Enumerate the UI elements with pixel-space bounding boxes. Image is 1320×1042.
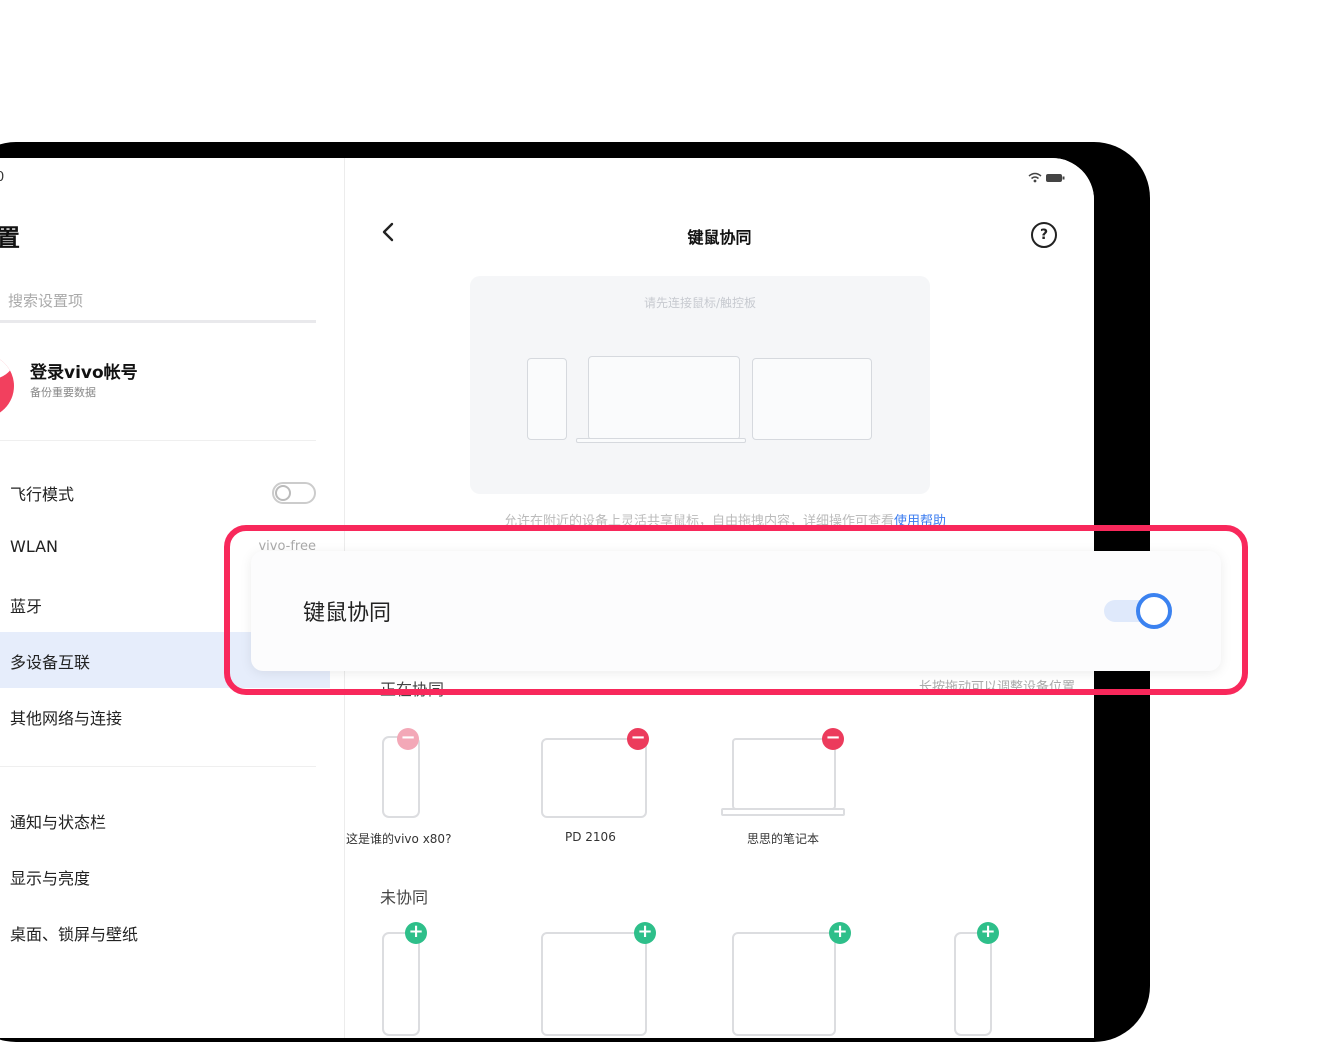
avatar[interactable]	[0, 354, 14, 418]
sidebar-item-airplane[interactable]: 飞行模式	[0, 464, 316, 520]
tablet-illustration	[752, 358, 872, 440]
laptop-base	[721, 808, 845, 816]
inactive-tablet-frame[interactable]	[541, 932, 647, 1036]
device-name: 思思的笔记本	[747, 832, 820, 846]
inactive-laptop-frame[interactable]	[732, 932, 836, 1036]
laptop-frame	[732, 738, 836, 810]
divider	[0, 440, 316, 441]
add-icon[interactable]: +	[405, 922, 427, 944]
sidebar-item-notifications[interactable]: 通知与状态栏	[0, 792, 316, 848]
add-icon[interactable]: +	[634, 922, 656, 944]
sidebar-item-label: 其他网络与连接	[10, 709, 123, 728]
sidebar-item-label: 多设备互联	[10, 653, 91, 672]
sidebar-item-label: 飞行模式	[10, 485, 75, 504]
sidebar-item-label: 桌面、锁屏与壁纸	[10, 925, 139, 944]
sidebar-item-display[interactable]: 显示与亮度	[0, 848, 316, 904]
device-name: PD 2106	[565, 830, 616, 844]
sidebar-item-label: 显示与亮度	[10, 869, 91, 888]
account-subtitle: 备份重要数据	[30, 386, 96, 399]
airplane-toggle[interactable]	[272, 482, 316, 504]
account-name[interactable]: 登录vivo帐号	[30, 358, 138, 383]
remove-icon[interactable]: −	[627, 728, 649, 750]
sidebar-item-label: WLAN	[10, 537, 59, 556]
remove-icon[interactable]: −	[822, 728, 844, 750]
section-inactive-title: 未协同	[380, 888, 429, 907]
divider	[0, 766, 316, 767]
inactive-phone-frame[interactable]	[382, 932, 420, 1036]
search-input[interactable]: 搜索设置项	[0, 284, 316, 323]
add-icon[interactable]: +	[977, 922, 999, 944]
remove-icon[interactable]: −	[397, 728, 419, 750]
add-icon[interactable]: +	[829, 922, 851, 944]
sidebar-item-other-network[interactable]: 其他网络与连接	[0, 688, 316, 744]
tablet-frame	[541, 738, 647, 818]
laptop-base-illustration	[576, 438, 746, 443]
device-name: 这是谁的vivo x80?	[346, 832, 452, 846]
page-title: 键鼠协同	[687, 228, 752, 247]
toggle-label: 键鼠协同	[303, 601, 392, 626]
illustration-hint: 请先连接鼠标/触控板	[643, 296, 757, 310]
keyboard-mouse-toggle[interactable]	[1104, 593, 1174, 629]
phone-frame	[382, 736, 420, 818]
help-icon[interactable]: ?	[1031, 222, 1057, 248]
sidebar-item-label: 通知与状态栏	[10, 813, 107, 832]
illustration: 请先连接鼠标/触控板	[470, 276, 930, 494]
sidebar-title: 置	[0, 224, 20, 252]
search-placeholder: 搜索设置项	[8, 292, 84, 310]
phone-illustration	[527, 358, 567, 440]
toggle-knob	[1136, 593, 1172, 629]
sidebar-item-label: 蓝牙	[10, 597, 43, 616]
keyboard-mouse-toggle-card[interactable]: 键鼠协同	[251, 551, 1221, 671]
laptop-illustration	[588, 356, 740, 440]
sidebar-item-wallpaper[interactable]: 桌面、锁屏与壁纸	[0, 904, 316, 960]
inactive-phone-frame[interactable]	[954, 932, 992, 1036]
battery-icon	[1027, 172, 1067, 187]
status-time: 0	[0, 170, 5, 185]
